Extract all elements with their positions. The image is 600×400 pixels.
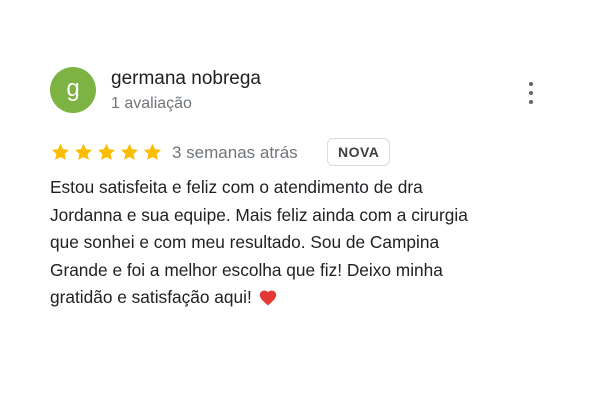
review-text-line: Estou satisfeita e feliz com o atendimen… [50, 177, 423, 197]
review-time: 3 semanas atrás [172, 143, 298, 162]
author-name[interactable]: germana nobrega [111, 68, 261, 90]
new-badge: NOVA [327, 138, 391, 166]
more-options-icon[interactable] [521, 82, 541, 104]
review-text-line: gratidão e satisfação aqui! [50, 287, 252, 307]
star-icon [96, 142, 117, 163]
review-text-line-last: gratidão e satisfação aqui! [50, 284, 550, 315]
avatar[interactable]: g [50, 67, 96, 113]
avatar-letter: g [66, 74, 80, 102]
heart-icon [258, 287, 278, 315]
star-icon [73, 142, 94, 163]
star-icon [119, 142, 140, 163]
review-text-line: Jordanna e sua equipe. Mais feliz ainda … [50, 204, 468, 225]
star-icon [142, 142, 163, 163]
review-count: 1 avaliação [111, 95, 192, 112]
review-text-line: Grande e foi a melhor escolha que fiz! D… [50, 259, 443, 280]
star-icon [50, 142, 71, 163]
review-card: g germana nobrega 1 avaliação 3 semanas … [0, 0, 600, 400]
review-text: Estou satisfeita e feliz com o atendimen… [50, 174, 550, 315]
review-text-line: que sonhei e com meu resultado. Sou de C… [50, 232, 440, 252]
star-rating [50, 142, 163, 163]
